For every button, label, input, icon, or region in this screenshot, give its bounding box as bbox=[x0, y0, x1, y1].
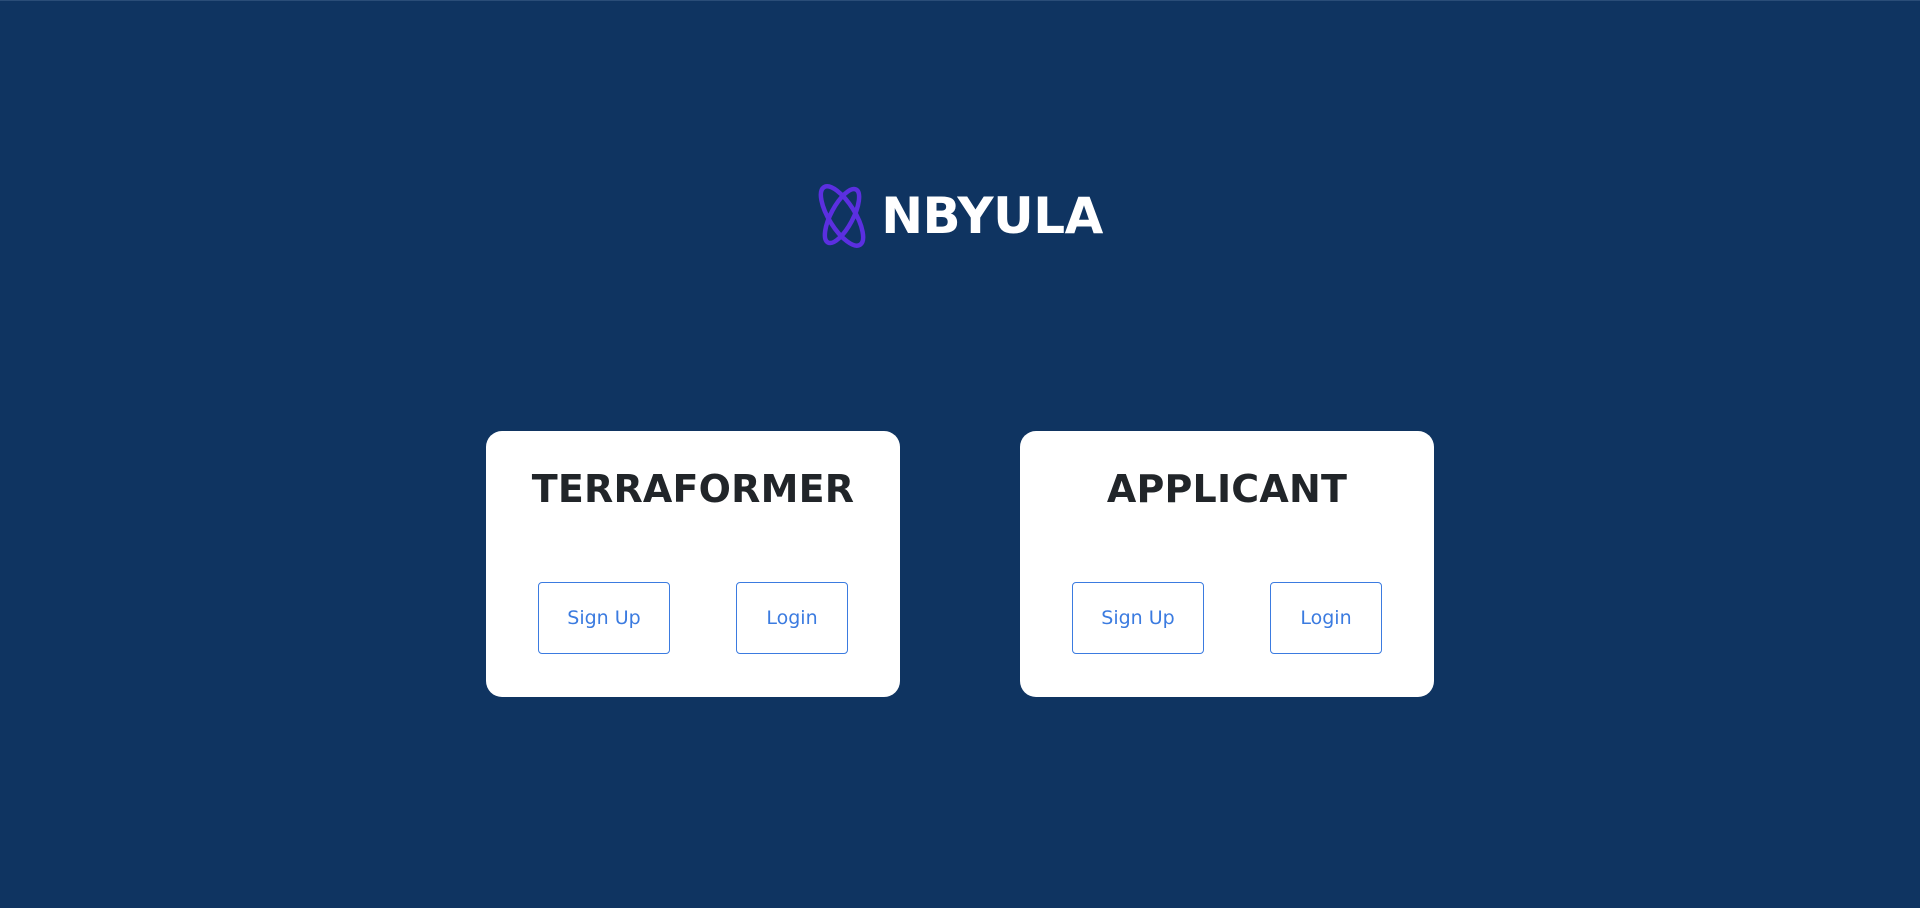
top-border bbox=[0, 0, 1920, 1]
brand-header: NBYULA bbox=[0, 180, 1920, 252]
terraformer-login-button[interactable]: Login bbox=[736, 582, 848, 654]
landing-page: NBYULA TERRAFORMER Sign Up Login APPLICA… bbox=[0, 0, 1920, 908]
terraformer-card-title: TERRAFORMER bbox=[531, 467, 855, 511]
terraformer-signup-button[interactable]: Sign Up bbox=[538, 582, 670, 654]
applicant-card: APPLICANT Sign Up Login bbox=[1020, 431, 1434, 697]
role-cards: TERRAFORMER Sign Up Login APPLICANT Sign… bbox=[0, 431, 1920, 697]
applicant-signup-button[interactable]: Sign Up bbox=[1072, 582, 1204, 654]
applicant-login-button[interactable]: Login bbox=[1270, 582, 1382, 654]
applicant-card-title: APPLICANT bbox=[1106, 467, 1348, 511]
brand-logo-group: NBYULA bbox=[817, 180, 1103, 252]
brand-name: NBYULA bbox=[881, 187, 1103, 245]
orbit-logo-icon bbox=[818, 184, 866, 248]
terraformer-card: TERRAFORMER Sign Up Login bbox=[486, 431, 900, 697]
